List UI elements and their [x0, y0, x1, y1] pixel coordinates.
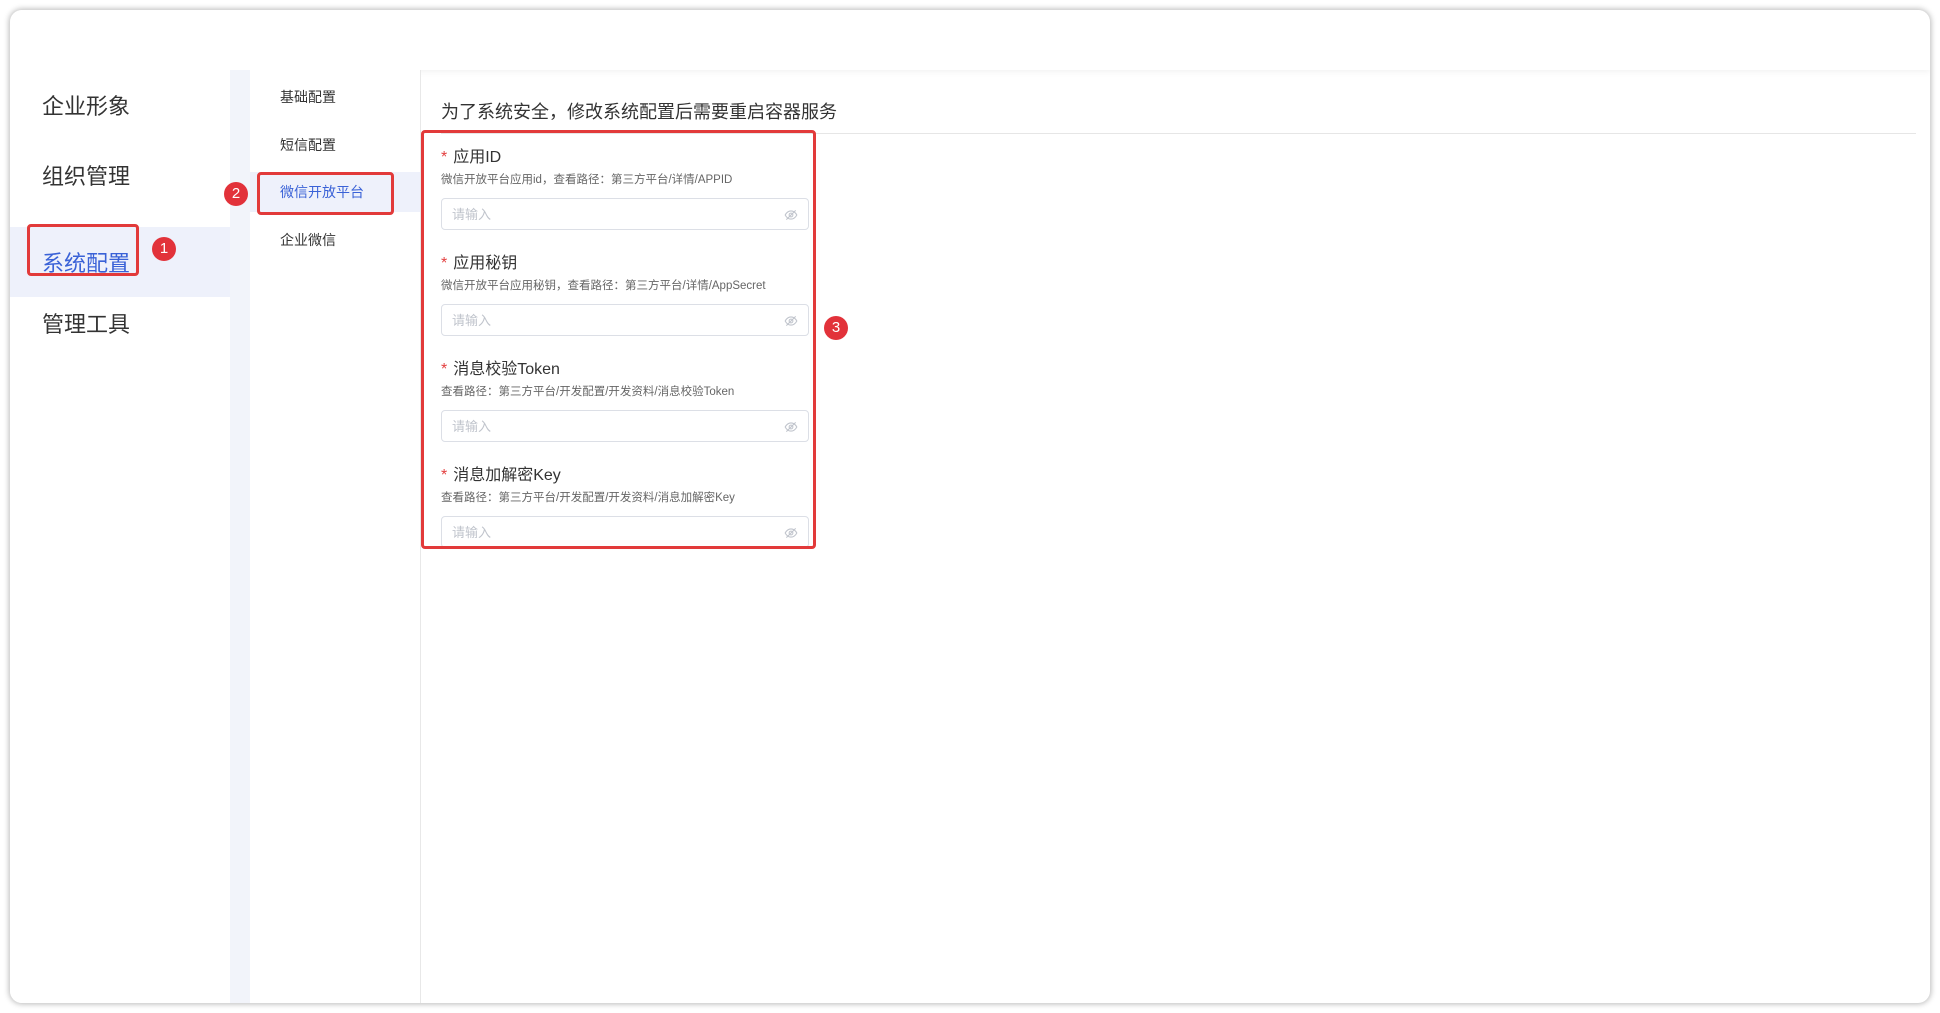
- step-badge-1: 1: [152, 237, 176, 261]
- subnav-item-label: 企业微信: [280, 232, 336, 248]
- subnav-item-basic-config[interactable]: 基础配置: [250, 77, 420, 117]
- highlight-box-1: [27, 224, 139, 276]
- subnav-item-sms-config[interactable]: 短信配置: [250, 125, 420, 165]
- highlight-box-3: [421, 130, 816, 549]
- step-badge-2: 2: [224, 182, 248, 206]
- app-window: 企业形象 组织管理 系统配置 管理工具 基础配置 短信配置 微信开放平台 企业微…: [10, 10, 1930, 1003]
- sidebar-item-admin-tools[interactable]: 管理工具: [10, 288, 230, 358]
- restart-notice: 为了系统安全，修改系统配置后需要重启容器服务: [441, 102, 837, 122]
- highlight-box-2: [257, 172, 394, 215]
- sidebar-item-label: 管理工具: [42, 312, 131, 337]
- sidebar-item-corporate-image[interactable]: 企业形象: [10, 70, 230, 140]
- step-badge-3: 3: [824, 316, 848, 340]
- subnav-item-label: 短信配置: [280, 137, 336, 153]
- sidebar-item-label: 企业形象: [42, 94, 131, 119]
- sidebar: 企业形象 组织管理 系统配置 管理工具: [10, 70, 230, 1003]
- sidebar-gutter: [230, 70, 250, 1003]
- subnav-item-label: 基础配置: [280, 89, 336, 105]
- subnav-item-wecom[interactable]: 企业微信: [250, 220, 420, 260]
- top-bar: [10, 10, 1930, 70]
- sidebar-item-org-management[interactable]: 组织管理: [10, 140, 230, 210]
- sidebar-item-label: 组织管理: [42, 164, 131, 189]
